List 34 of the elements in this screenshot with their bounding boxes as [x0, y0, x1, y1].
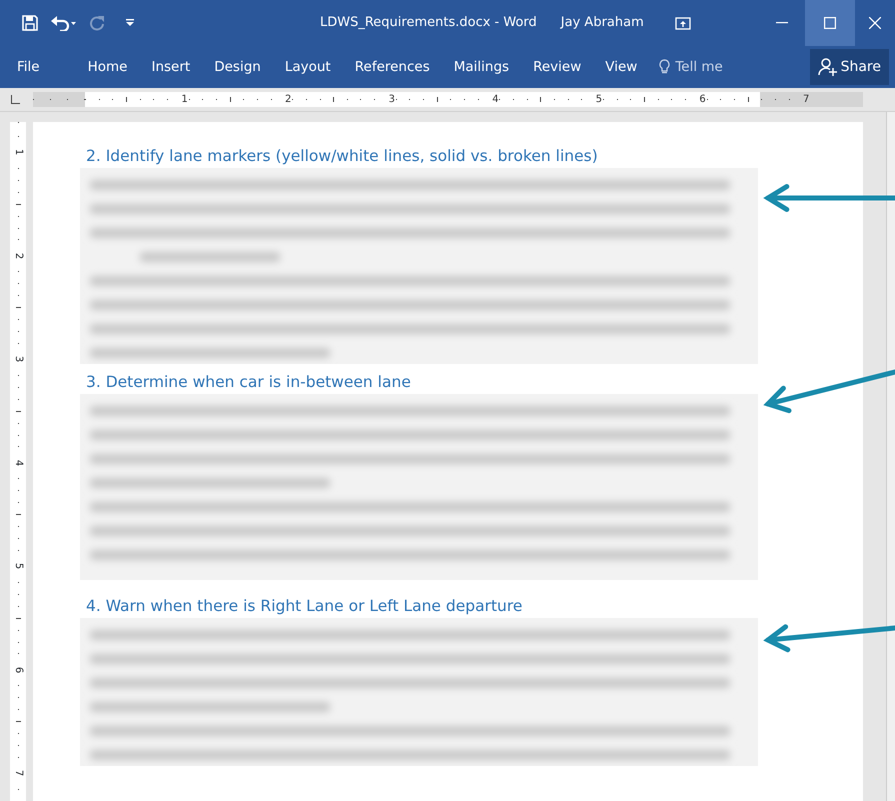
ribbon-tab[interactable]: Insert — [139, 46, 202, 88]
ruler-number: 4 — [491, 94, 500, 104]
ribbon-tab[interactable]: View — [593, 46, 650, 88]
ruler-number: 2 — [284, 94, 292, 104]
ruler-number: 3 — [388, 94, 396, 104]
ribbon-tab[interactable]: Review — [521, 46, 594, 88]
user-name: Jay Abraham — [560, 14, 644, 32]
ruler-number: 6 — [13, 666, 23, 673]
ruler-number: 1 — [180, 94, 189, 104]
share-button[interactable]: Share — [810, 49, 889, 85]
ribbon-tab[interactable]: Design — [202, 46, 273, 88]
tab-stop-icon[interactable] — [11, 95, 20, 104]
section-heading: 2. Identify lane markers (yellow/white lines, solid vs. broken lines) — [86, 146, 599, 166]
ribbon-tab[interactable]: Home — [76, 46, 140, 88]
ruler-number: 4 — [13, 459, 23, 466]
ruler-number: 1 — [13, 148, 23, 156]
ruler-number: 5 — [594, 94, 603, 104]
ruler-number: 5 — [13, 562, 23, 570]
lightbulb-icon — [659, 59, 670, 75]
ribbon-tab[interactable]: Layout — [272, 46, 343, 88]
ruler-number: 3 — [13, 356, 23, 362]
section-heading: 4. Warn when there is Right Lane or Left Lane departure — [86, 596, 524, 616]
ribbon-tab[interactable]: References — [342, 46, 442, 88]
tell-me-field[interactable]: Tell me — [649, 56, 733, 78]
section-heading: 3. Determine when car is in-between lane — [86, 372, 412, 392]
ruler-number: 7 — [13, 770, 23, 776]
ribbon-tab[interactable]: File — [0, 46, 52, 88]
ruler-number: 2 — [13, 252, 23, 259]
person-add-icon — [818, 57, 838, 77]
ruler-number: 7 — [802, 94, 810, 104]
scroll-bar[interactable] — [886, 112, 895, 801]
window-title: LDWS_Requirements.docx - Word — [320, 14, 537, 32]
ruler-number: 6 — [698, 94, 707, 104]
ribbon-tab[interactable]: Mailings — [442, 46, 522, 88]
